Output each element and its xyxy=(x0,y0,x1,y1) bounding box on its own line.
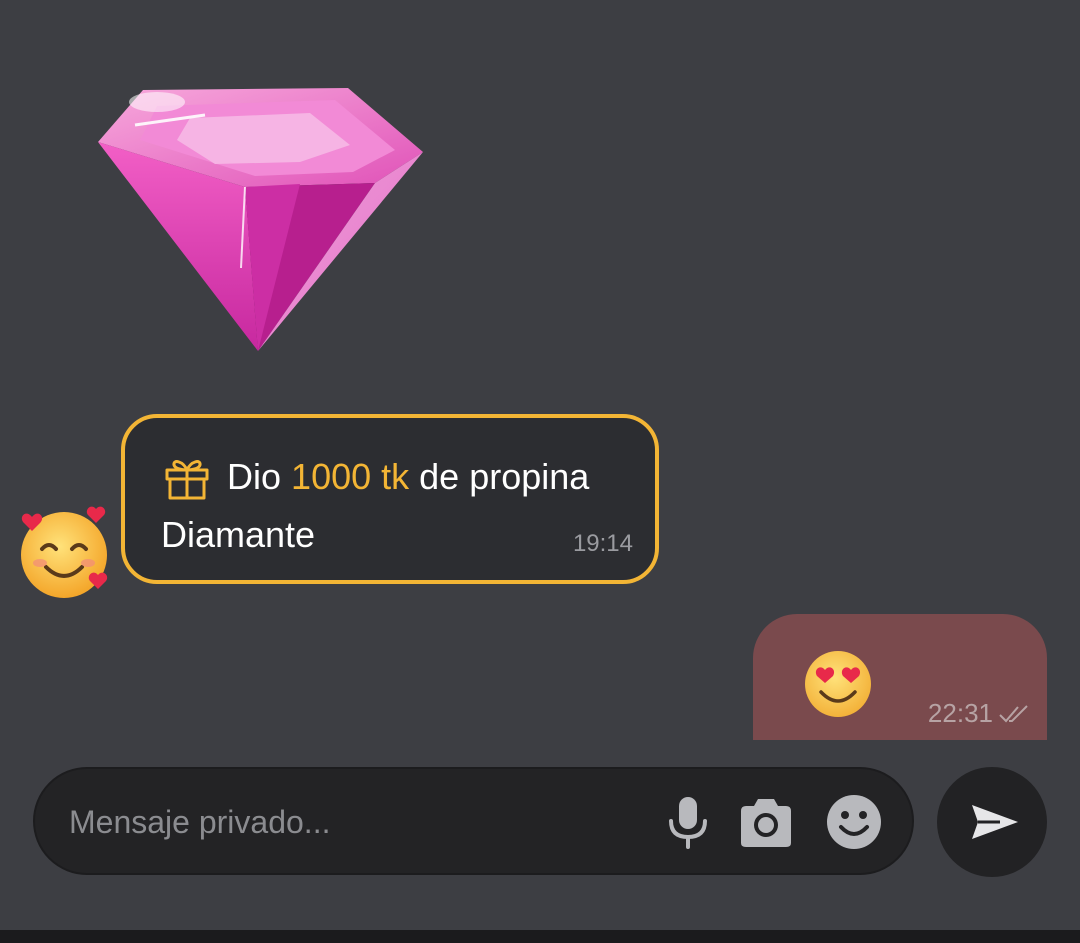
tip-suffix: de propina xyxy=(419,456,590,497)
tip-message-bubble[interactable]: Dio 1000 tk de propina Diamante 19:14 xyxy=(121,414,659,584)
tip-prefix: Dio xyxy=(227,456,282,497)
smiling-face-with-hearts-emoji xyxy=(21,506,108,598)
camera-icon[interactable] xyxy=(737,793,795,851)
send-icon xyxy=(972,805,1018,839)
tip-gift-name: Diamante xyxy=(161,514,316,555)
tip-line: Dio 1000 tk de propina xyxy=(163,452,589,502)
chat-screen: Dio 1000 tk de propina Diamante 19:14 22… xyxy=(0,0,1080,943)
heart-eyes-emoji xyxy=(805,651,871,717)
tip-amount: 1000 tk xyxy=(291,456,410,497)
tip-timestamp: 19:14 xyxy=(572,530,633,557)
outgoing-message-bubble[interactable]: 22:31 xyxy=(753,614,1047,740)
send-button[interactable] xyxy=(937,767,1047,877)
emoji-icon[interactable] xyxy=(825,793,883,851)
mic-icon[interactable] xyxy=(659,793,717,851)
outgoing-meta: 22:31 xyxy=(928,698,1029,729)
double-check-icon xyxy=(999,704,1028,722)
gift-icon xyxy=(165,460,209,500)
message-composer xyxy=(33,767,914,875)
system-navigation-bar xyxy=(0,930,1080,943)
outgoing-timestamp: 22:31 xyxy=(927,698,993,728)
pink-diamond-icon xyxy=(98,88,423,351)
message-input[interactable] xyxy=(67,795,631,849)
